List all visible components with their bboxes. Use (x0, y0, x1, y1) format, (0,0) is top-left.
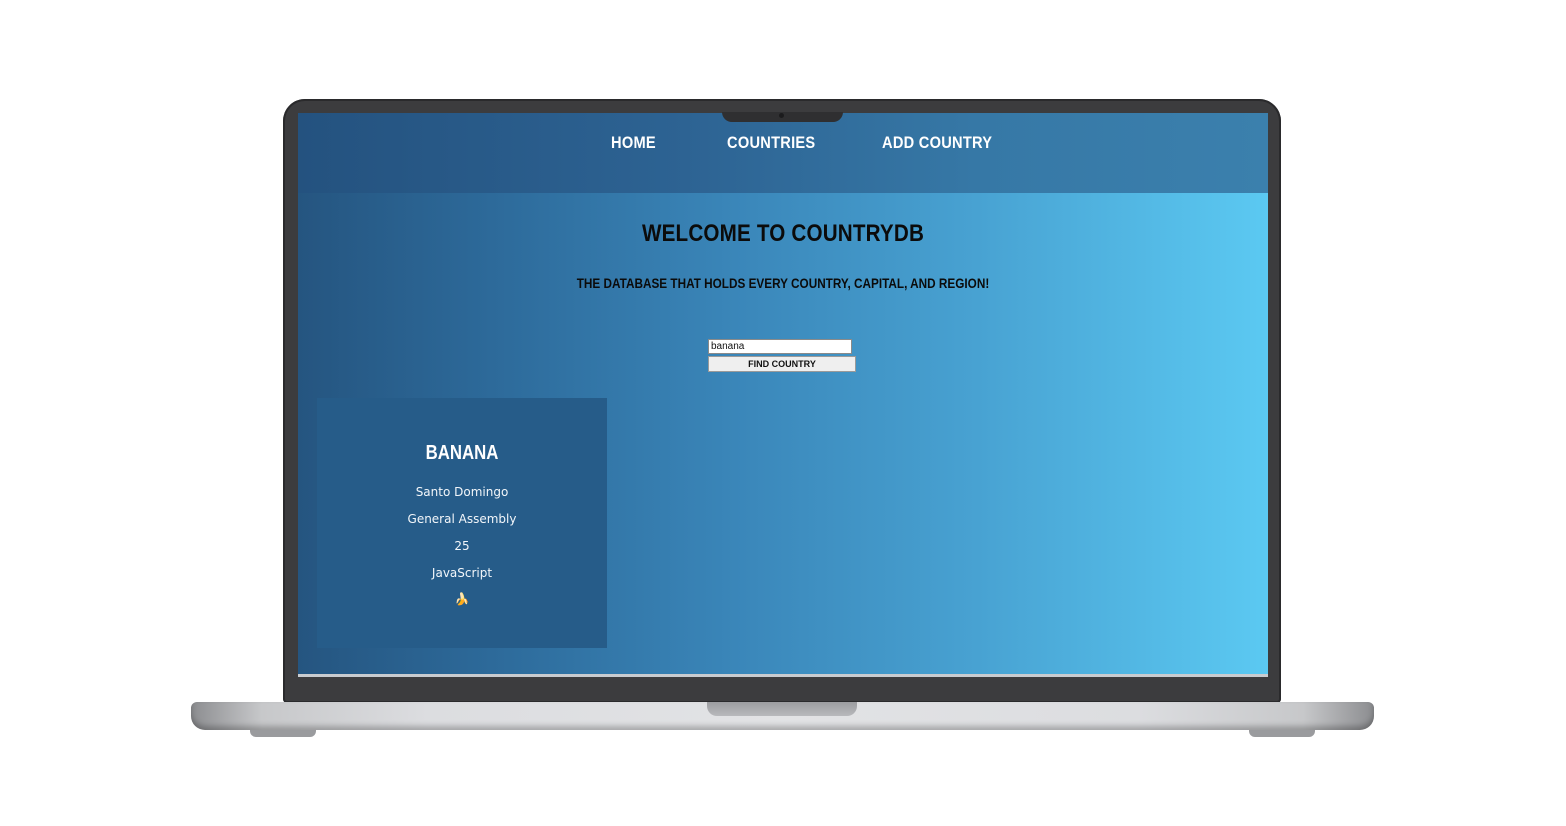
navbar: Home Countries Add Country (298, 113, 1268, 193)
search-input[interactable] (708, 339, 852, 354)
laptop-screen: Home Countries Add Country Welcome to Co… (298, 113, 1268, 676)
laptop-foot-right (1249, 730, 1315, 737)
screen-bottom-edge (298, 674, 1268, 677)
nav-add-country-link[interactable]: Add Country (882, 133, 992, 153)
laptop-mockup: Home Countries Add Country Welcome to Co… (0, 0, 1566, 826)
country-region: General Assembly (407, 512, 517, 526)
camera-icon (779, 113, 784, 118)
nav-home-link[interactable]: Home (611, 133, 656, 153)
page-subtitle: The database that holds every country, c… (576, 275, 990, 291)
country-name: Banana (425, 442, 499, 464)
laptop-hinge (707, 702, 857, 716)
country-population: 25 (454, 539, 470, 553)
nav-countries-link[interactable]: Countries (727, 133, 815, 153)
page-title: Welcome to CountryDB (641, 220, 925, 247)
find-country-button[interactable]: Find Country (708, 356, 856, 372)
country-language: JavaScript (431, 566, 493, 580)
country-capital: Santo Domingo (415, 485, 509, 499)
banana-flag-icon: 🍌 (454, 592, 470, 606)
country-card: Banana Santo Domingo General Assembly 25… (317, 398, 607, 648)
laptop-foot-left (250, 730, 316, 737)
